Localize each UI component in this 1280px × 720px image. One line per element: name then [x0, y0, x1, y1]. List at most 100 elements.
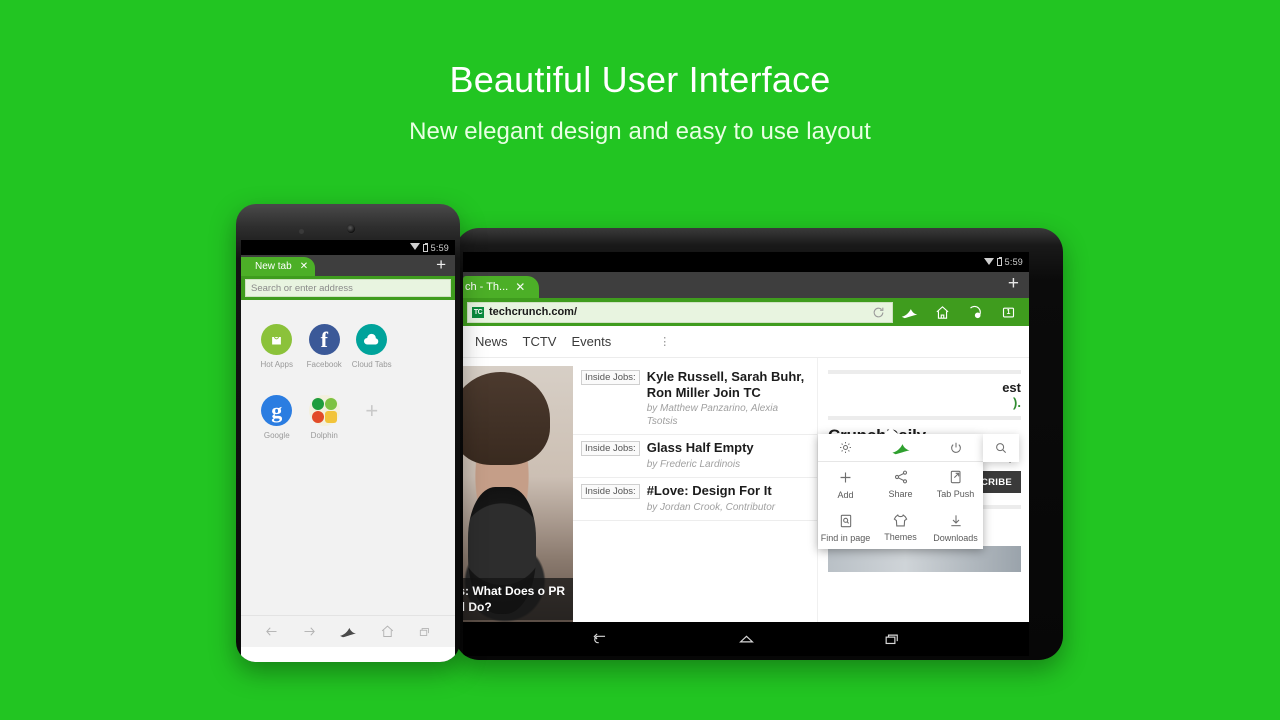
recents-icon[interactable] — [883, 630, 902, 649]
techcrunch-favicon: TC — [472, 306, 484, 318]
menu-item-label: Themes — [884, 532, 917, 542]
close-icon[interactable]: ✕ — [515, 280, 525, 294]
menu-item-label: Share — [888, 489, 913, 499]
more-vertical-icon[interactable]: ⋮ — [659, 335, 670, 348]
front-camera — [346, 224, 356, 234]
site-nav-item-tctv[interactable]: TCTV — [523, 334, 557, 349]
table-row[interactable]: Inside Jobs: #Love: Design For It by Jor… — [573, 478, 817, 522]
menu-item-add[interactable]: Add — [818, 462, 873, 506]
divider — [828, 416, 1021, 420]
sidebar-text-fragment-green: ). — [1013, 395, 1021, 410]
tablet-web-page: News TCTV Events ⋮ Jobs: What Does o PR … — [463, 326, 1029, 622]
hero-article[interactable]: Jobs: What Does o PR Lead Do? — [463, 366, 573, 622]
table-row[interactable]: Inside Jobs: Kyle Russell, Sarah Buhr, R… — [573, 364, 817, 436]
hot-apps-icon — [261, 324, 293, 355]
close-icon[interactable]: ✕ — [300, 261, 308, 272]
tab-count-badge: 1 — [1006, 309, 1011, 316]
tablet-tab-strip: ch - Th... ✕ + — [463, 272, 1029, 298]
article-list: Inside Jobs: Kyle Russell, Sarah Buhr, R… — [573, 358, 817, 622]
menu-item-find-in-page[interactable]: Find in page — [818, 506, 873, 549]
home-icon[interactable] — [926, 298, 959, 326]
tablet-system-nav — [463, 622, 1029, 656]
tabs-icon[interactable] — [418, 625, 432, 639]
page-title: Beautiful User Interface — [449, 59, 831, 100]
article-tag: Inside Jobs: — [581, 484, 640, 500]
speed-dial-label: Dolphin — [310, 431, 338, 440]
tctv-thumbnail[interactable] — [828, 546, 1021, 572]
home-icon[interactable] — [380, 624, 395, 639]
menu-item-share[interactable]: Share — [873, 462, 928, 506]
back-icon[interactable] — [264, 624, 279, 639]
wifi-icon — [409, 243, 420, 250]
divider — [828, 370, 1021, 374]
hero-caption: Jobs: What Does o PR Lead Do? — [463, 577, 573, 620]
dolphin-icon — [308, 395, 340, 426]
sidebar-text-fragment: est — [1002, 380, 1021, 395]
phone-screen: 5:59 New tab ✕ + Search or enter address… — [241, 240, 455, 662]
menu-item-label: Tab Push — [936, 489, 975, 499]
site-nav-item-events[interactable]: Events — [571, 334, 611, 349]
speed-dial: Hot Apps f Facebook Cloud Tabs g Google … — [241, 300, 455, 615]
phone-url-row: Search or enter address — [241, 276, 455, 300]
menu-item-label: Find in page — [820, 533, 871, 543]
phone-status-bar: 5:59 — [241, 240, 455, 255]
search-icon[interactable] — [983, 434, 1019, 462]
site-nav-item-news[interactable]: News — [475, 334, 508, 349]
tablet-address-bar[interactable]: TC techcrunch.com/ — [467, 301, 893, 323]
phone-browser-toolbar — [241, 615, 455, 647]
battery-icon — [996, 257, 1002, 266]
article-title: Kyle Russell, Sarah Buhr, Ron Miller Joi… — [646, 369, 805, 400]
cloud-tabs-icon — [356, 324, 388, 355]
menu-item-themes[interactable]: Themes — [873, 506, 928, 549]
article-byline: by Jordan Crook, Contributor — [646, 501, 776, 513]
menu-item-tab-push[interactable]: Tab Push — [928, 462, 983, 506]
speed-dial-item-dolphin[interactable]: Dolphin — [301, 395, 349, 440]
dolphin-quadrant — [324, 411, 337, 423]
site-nav: News TCTV Events ⋮ — [463, 326, 1029, 358]
google-icon: g — [261, 395, 293, 426]
plus-icon[interactable]: + — [436, 255, 446, 275]
hero-photo-detail — [463, 371, 551, 466]
tablet-screen: 5:59 ch - Th... ✕ + TC techcrunch.com/ 1… — [463, 252, 1029, 622]
tablet-url-row: TC techcrunch.com/ 1 — [463, 298, 1029, 326]
browser-menu-top-row — [818, 434, 983, 462]
phone-tab-title: New tab — [255, 261, 292, 272]
speed-dial-label: Facebook — [306, 360, 342, 369]
dolphin-icon[interactable] — [339, 625, 357, 638]
speed-dial-item-facebook[interactable]: f Facebook — [301, 324, 349, 369]
speed-dial-item-hot-apps[interactable]: Hot Apps — [253, 324, 301, 369]
battery-icon — [422, 242, 428, 252]
back-icon[interactable] — [590, 630, 609, 649]
settings-icon[interactable] — [818, 434, 873, 461]
dolphin-quadrant — [311, 411, 324, 423]
tablet-url-text: techcrunch.com/ — [489, 306, 578, 318]
speed-dial-item-add[interactable]: + — [348, 395, 396, 440]
search-input[interactable]: Search or enter address — [245, 279, 451, 297]
speed-dial-item-cloud-tabs[interactable]: Cloud Tabs — [348, 324, 396, 369]
phone-browser-tab[interactable]: New tab ✕ — [241, 257, 316, 276]
menu-item-label: Downloads — [933, 533, 978, 543]
article-title: #Love: Design For It — [646, 483, 772, 499]
forward-icon[interactable] — [302, 624, 317, 639]
speed-dial-label: Hot Apps — [260, 360, 293, 369]
browser-menu-grid: Add Share Tab Push Find in page Themes D… — [818, 462, 983, 549]
menu-item-downloads[interactable]: Downloads — [928, 506, 983, 549]
reload-icon[interactable] — [872, 306, 888, 319]
page-subtitle: New elegant design and easy to use layou… — [409, 118, 871, 146]
plus-icon[interactable]: + — [1008, 274, 1019, 293]
tablet-browser-tab[interactable]: ch - Th... ✕ — [463, 276, 539, 298]
dolphin-icon[interactable] — [873, 434, 928, 461]
table-row[interactable]: Inside Jobs: Glass Half Empty by Frederi… — [573, 435, 817, 479]
home-icon[interactable] — [737, 630, 756, 649]
tabs-icon[interactable]: 1 — [992, 298, 1025, 326]
status-time: 5:59 — [430, 242, 449, 253]
speed-dial-spacer — [396, 395, 444, 440]
phone-tab-strip: New tab ✕ + — [241, 255, 455, 276]
dolphin-icon[interactable] — [893, 298, 926, 326]
article-tag: Inside Jobs: — [581, 441, 640, 457]
gesture-icon[interactable] — [959, 298, 992, 326]
status-time: 5:59 — [1004, 257, 1023, 267]
power-icon[interactable] — [928, 434, 983, 461]
tablet-device: 5:59 ch - Th... ✕ + TC techcrunch.com/ 1… — [455, 228, 1063, 660]
speed-dial-item-google[interactable]: g Google — [253, 395, 301, 440]
